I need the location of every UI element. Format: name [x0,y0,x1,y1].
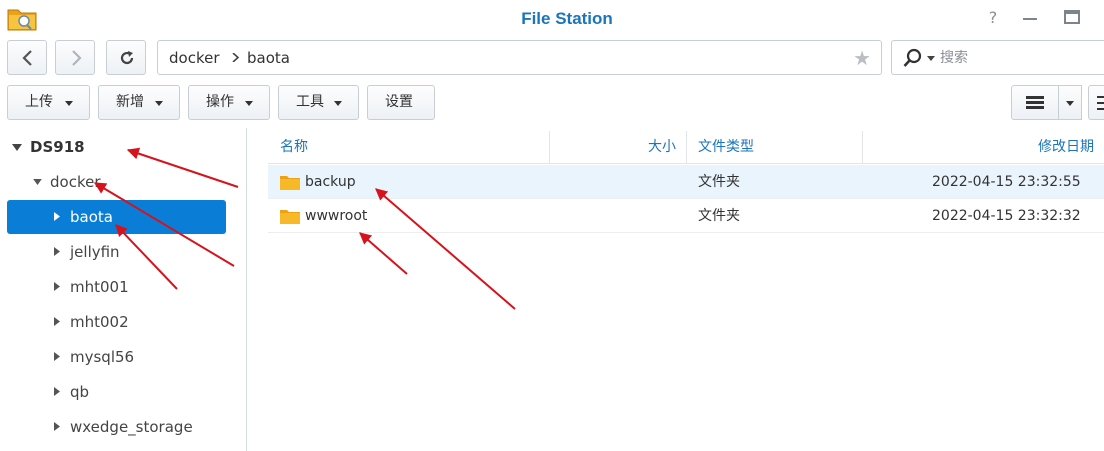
file-type: 文件夹 [698,208,740,224]
sidebar-item-baota[interactable]: baota [7,200,226,234]
window-title: File Station [521,9,613,28]
sidebar-item-jellyfin[interactable]: jellyfin [0,235,240,269]
column-header-size[interactable]: 大小 [648,131,676,164]
search-filter-caret[interactable] [927,56,935,61]
create-button-label: 新增 [116,94,144,110]
sidebar-item-label: mysql56 [70,348,135,366]
list-view-icon [1026,96,1044,110]
breadcrumb[interactable]: docker baota ★ [157,40,882,75]
sidebar-item-wxedge-storage[interactable]: wxedge_storage [0,410,240,444]
sidebar-item-mht001[interactable]: mht001 [0,270,240,304]
search-input[interactable] [940,47,1090,69]
breadcrumb-chevron-icon [232,53,240,62]
sidebar-item-mht002[interactable]: mht002 [0,305,240,339]
file-list-header: 名称 大小 文件类型 修改日期 [268,131,1104,164]
tools-button-label: 工具 [296,94,324,110]
tree-expand-icon[interactable] [54,422,60,431]
sidebar-item-label: baota [70,208,113,226]
minimize-icon[interactable] [1022,10,1038,26]
tree-root-label: DS918 [30,138,85,156]
sidebar-item-label: jellyfin [70,243,120,261]
tree-expand-icon[interactable] [54,282,60,291]
maximize-icon[interactable] [1064,10,1080,24]
back-button[interactable] [7,40,47,75]
forward-button[interactable] [55,40,95,75]
sidebar-item-label: mht002 [70,313,129,331]
breadcrumb-item-baota[interactable]: baota [247,49,290,67]
settings-button[interactable]: 设置 [367,85,435,120]
tools-button[interactable]: 工具 [278,85,359,120]
search-icon[interactable] [902,47,924,69]
chevron-down-icon [155,101,163,106]
sidebar-tree: DS918 docker baota jellyfin mht001 mht00… [0,128,247,451]
refresh-button[interactable] [106,40,146,75]
tree-node-root[interactable]: DS918 [0,130,240,164]
tree-expand-icon[interactable] [54,352,60,361]
upload-button[interactable]: 上传 [7,85,90,120]
column-header-name[interactable]: 名称 [280,131,308,164]
sidebar-item-label: mht001 [70,278,129,296]
sidebar-item-qb[interactable]: qb [0,375,240,409]
table-row[interactable]: backup 文件夹 2022-04-15 23:32:55 [268,165,1104,199]
upload-button-label: 上传 [25,94,53,110]
file-name[interactable]: wwwroot [305,199,367,233]
columns-view-button[interactable] [1088,85,1104,120]
sidebar-item-label: qb [70,383,90,401]
refresh-icon [120,51,134,65]
file-name[interactable]: backup [305,165,356,199]
column-divider[interactable] [686,131,687,164]
chevron-down-icon [65,101,73,106]
sidebar-item-mysql56[interactable]: mysql56 [0,340,240,374]
back-icon [22,50,32,66]
annotation-arrow [359,232,408,275]
action-button-label: 操作 [206,94,234,110]
view-mode-dropdown[interactable] [1058,85,1082,120]
file-modified: 2022-04-15 23:32:55 [932,174,1081,190]
chevron-down-icon [334,101,342,106]
breadcrumb-item-docker[interactable]: docker [169,49,220,67]
column-divider[interactable] [862,131,863,164]
file-type: 文件夹 [698,174,740,190]
tree-expand-icon[interactable] [54,247,60,256]
tree-collapse-icon[interactable] [33,179,42,185]
tree-collapse-icon[interactable] [12,144,22,151]
create-button[interactable]: 新增 [98,85,180,120]
title-bar: File Station ? [0,0,1104,36]
file-modified: 2022-04-15 23:32:32 [932,208,1081,224]
column-header-modified[interactable]: 修改日期 [1038,131,1094,164]
action-button[interactable]: 操作 [188,85,270,120]
help-icon[interactable]: ? [985,9,1001,27]
settings-button-label: 设置 [385,94,413,110]
tree-docker-label: docker [50,173,101,191]
tree-expand-icon[interactable] [54,387,60,396]
sidebar-item-label: wxedge_storage [70,418,193,436]
table-row[interactable]: wwwroot 文件夹 2022-04-15 23:32:32 [268,199,1104,233]
column-header-type[interactable]: 文件类型 [698,131,754,164]
tree-expand-icon[interactable] [54,212,60,221]
tree-expand-icon[interactable] [54,317,60,326]
star-icon[interactable]: ★ [853,46,871,70]
folder-icon [280,176,300,190]
column-divider[interactable] [549,131,550,164]
forward-icon [72,50,82,66]
folder-icon [280,210,300,224]
chevron-down-icon [245,101,253,106]
list-view-button[interactable] [1011,85,1059,120]
search-box[interactable] [891,40,1104,75]
tree-node-docker[interactable]: docker [0,165,240,199]
